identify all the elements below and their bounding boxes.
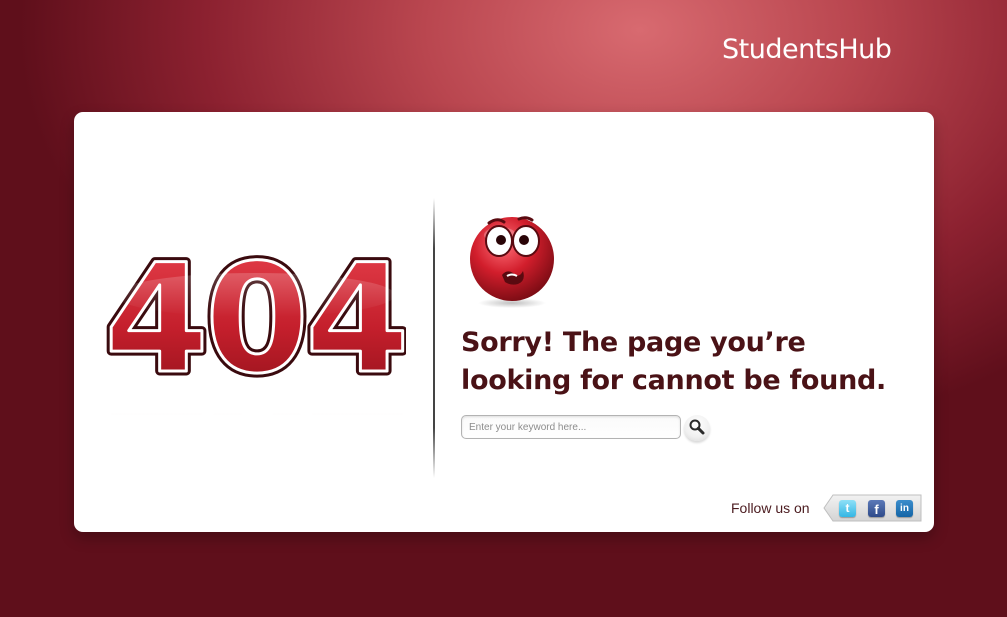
error-code-text: 404 [104,245,405,407]
worried-smiley-icon [464,209,560,309]
error-message: Sorry! The page you’re looking for canno… [461,327,887,396]
brand-logo[interactable]: StudentsHub [722,34,892,65]
linkedin-icon[interactable]: in [896,500,913,517]
social-links: t f in [823,494,923,522]
follow-us-label: Follow us on [731,500,810,516]
error-card: 404 404 404 [74,112,934,532]
error-code-graphic: 404 404 404 [104,245,406,415]
vertical-divider [433,198,435,478]
magnifier-icon [689,419,705,435]
twitter-icon[interactable]: t [839,500,856,517]
search-button[interactable] [684,415,710,441]
search-input[interactable] [461,415,681,439]
facebook-icon[interactable]: f [868,500,885,517]
